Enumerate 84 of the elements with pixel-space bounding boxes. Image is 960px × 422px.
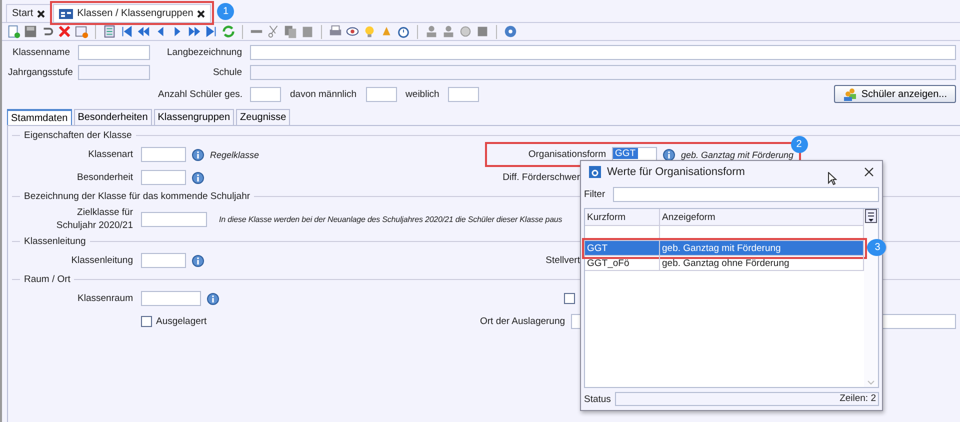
field-label: Filter [584,189,606,200]
save-icon[interactable] [23,24,38,39]
field-label: Klassenname [11,46,70,59]
info-text: In diese Klasse werden bei der Neuanlage des Schuljahres 2020/21 die Schüler dieser Klasse paus [219,214,562,224]
form-icon[interactable] [74,24,89,39]
new-document-icon[interactable] [6,24,21,39]
dialog-title: Werte für Organisationsform [607,166,745,178]
checkbox[interactable] [564,293,575,304]
section-title: Raum / Ort [24,274,70,285]
info-icon[interactable] [192,254,204,266]
hint-text: Regelklasse [210,150,260,160]
input-field[interactable] [250,65,956,80]
field-label: weiblich [406,88,440,100]
section-title: Eigenschaften der Klasse [24,130,132,141]
input-field[interactable] [141,253,186,268]
field-label: Ort der Auslagerung [480,316,566,327]
field-label: Schule [212,66,242,79]
input-field[interactable] [366,86,397,102]
tab[interactable]: Klassengruppen [154,109,234,125]
field-label: Klassenart [87,148,133,161]
disc-icon[interactable] [458,24,473,39]
scroll-down-icon[interactable] [866,379,876,387]
input-field[interactable] [141,170,186,185]
status-field: Zeilen: 2 [614,392,879,406]
mouse-pointer-icon [828,172,837,185]
copy-icon[interactable] [283,24,298,39]
show-students-button[interactable]: Schüler anzeigen... [834,85,956,103]
input-field[interactable] [250,45,956,60]
group-icon[interactable] [424,24,439,39]
list-icon[interactable] [102,24,117,39]
tab-label: Start [12,8,34,19]
info-icon[interactable] [192,172,204,184]
column-header[interactable]: Kurzform [585,209,660,225]
input-field[interactable] [78,45,150,60]
input-field[interactable] [141,212,207,226]
close-icon[interactable] [864,167,874,177]
field-label: Jahrgangsstufe [8,66,70,79]
close-icon[interactable] [197,10,206,18]
tab[interactable]: Besonderheiten [74,109,152,125]
column-chooser-icon[interactable] [865,209,877,223]
field-label: Besonderheit [76,171,133,184]
tab[interactable]: Zeugnisse [236,109,290,125]
selected-text: GGT [613,148,638,159]
field-label: Klassenraum [76,292,133,305]
people-icon [843,88,858,100]
field-label: Zielklasse für Schuljahr 2020/21 [55,206,133,232]
alarm-clock-icon[interactable] [396,24,411,39]
table-row[interactable]: GGT_oFö geb. Ganztag ohne Förderung [585,256,864,271]
info-icon[interactable] [192,148,204,160]
app-icon [589,166,601,178]
filter-field[interactable] [613,187,879,202]
field-label: Organisationsform [527,149,606,160]
group-icon[interactable] [441,24,456,39]
status-label: Status [584,394,611,404]
field-label: Klassenleitung [70,254,133,267]
section-title: Klassenleitung [24,236,86,247]
table-icon [59,8,74,18]
table-cell: GGT_oFö [585,256,660,270]
input-field[interactable] [448,86,480,102]
input-field[interactable] [78,65,150,80]
tab[interactable]: Stammdaten [7,109,72,125]
field-label: davon männlich [290,88,357,100]
close-icon[interactable] [37,10,46,18]
input-field[interactable] [250,86,281,102]
field-label: Stellvert [544,255,580,266]
field-label: Diff. Förderschwer [502,172,580,183]
table-cell: GGT [585,241,660,255]
section-title: Bezeichnung der Klasse für das kommende Schuljahr [24,191,250,202]
back-fast-icon[interactable] [136,24,151,39]
document-tab[interactable]: Start [6,4,52,22]
input-field[interactable] [141,291,201,306]
forward-fast-icon[interactable] [187,24,202,39]
input-field[interactable] [141,147,186,162]
delete-icon[interactable] [57,24,72,39]
refresh-icon[interactable] [221,24,236,39]
info-icon[interactable] [663,148,675,160]
field-label: Anzahl Schüler ges. [158,88,242,100]
tab-label: Klassen / Klassengruppen [77,8,194,19]
checkbox-label: Ausgelagert [156,316,207,327]
callout-badge: 2 [790,136,808,153]
checkbox[interactable] [141,316,152,327]
callout-badge: 1 [217,3,234,20]
field-label: Langbezeichnung [166,46,242,59]
info-icon[interactable] [207,292,219,304]
